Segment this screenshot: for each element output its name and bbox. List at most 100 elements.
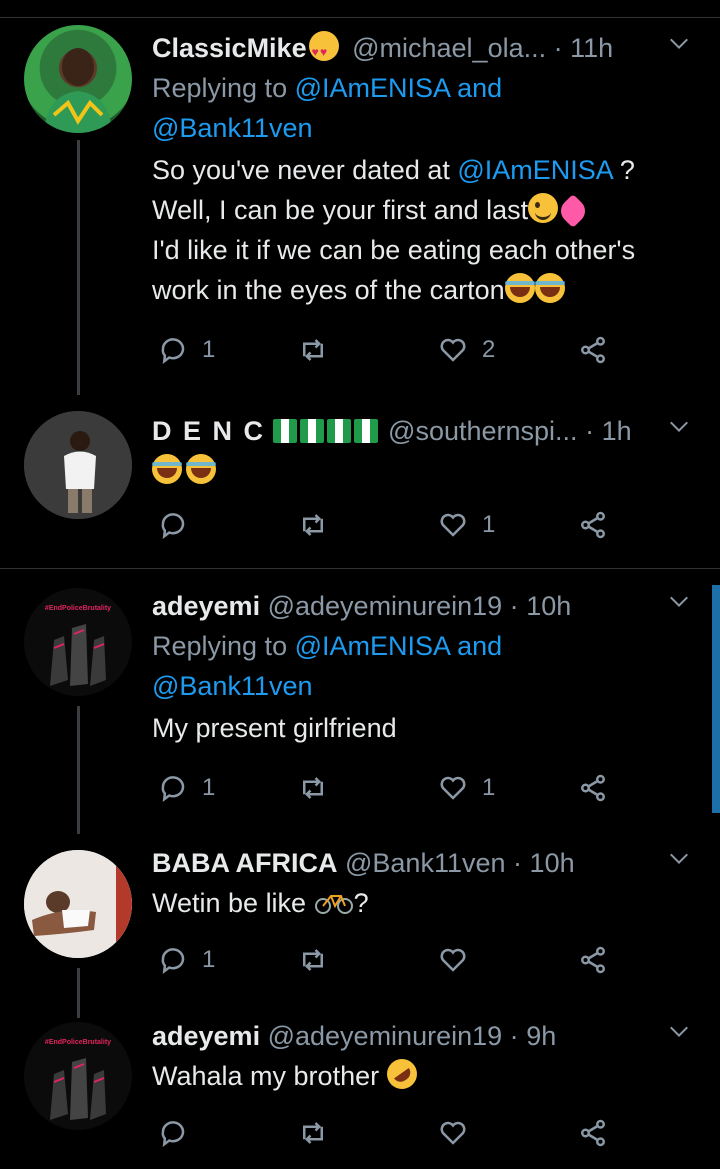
reply-icon [161, 1121, 185, 1147]
laughing-emoji-icon [186, 454, 216, 484]
laughing-emoji-icon [504, 273, 535, 303]
retweet-button[interactable] [298, 940, 342, 980]
avatar[interactable]: #EndPoliceBrutality [24, 1022, 132, 1130]
reply-icon [161, 948, 185, 974]
thread-line [77, 140, 80, 395]
tweet-actions [152, 1113, 632, 1153]
reply-button[interactable] [158, 1113, 202, 1153]
reply-button[interactable]: 1 [158, 940, 215, 980]
avatar[interactable] [24, 411, 132, 519]
chevron-down-icon[interactable] [668, 415, 690, 437]
heart-icon [440, 338, 466, 362]
nigeria-flag-icon [272, 419, 297, 443]
tweet-header: ClassicMike @michael_ola... · 11h [152, 30, 700, 70]
bicycle-emoji-icon [314, 886, 354, 916]
timestamp[interactable]: 9h [526, 1021, 556, 1051]
reply-button[interactable] [158, 505, 202, 545]
heart-icon [440, 1121, 466, 1145]
display-name[interactable]: BABA AFRICA [152, 848, 337, 878]
mention-link[interactable]: @Bank11ven [152, 113, 313, 143]
display-name[interactable]: adeyemi [152, 1021, 260, 1051]
retweet-icon [303, 949, 323, 971]
chevron-down-icon[interactable] [668, 847, 690, 869]
timestamp[interactable]: 11h [570, 33, 613, 63]
heart-icon [440, 776, 466, 800]
like-button[interactable] [438, 1113, 482, 1153]
laughing-emoji-icon [152, 454, 182, 484]
reply-icon [161, 338, 185, 364]
retweet-icon [303, 1122, 323, 1144]
tweet-text: Wahala my brother [152, 1053, 700, 1096]
tweet-actions: 1 [152, 505, 632, 545]
share-button[interactable] [578, 768, 608, 808]
share-icon [581, 946, 605, 974]
reply-icon [161, 513, 185, 539]
like-button[interactable]: 1 [438, 505, 495, 545]
user-handle[interactable]: @adeyeminurein19 [268, 1021, 503, 1051]
share-icon [581, 774, 605, 802]
share-button[interactable] [578, 330, 608, 370]
top-divider [0, 17, 720, 18]
svg-text:#EndPoliceBrutality: #EndPoliceBrutality [45, 1039, 111, 1046]
reply-button[interactable]: 1 [158, 330, 215, 370]
replying-to: Replying to @IAmENISA and @Bank11ven [152, 631, 503, 701]
retweet-button[interactable] [298, 1113, 342, 1153]
mention-link[interactable]: @IAmENISA [295, 631, 450, 661]
thread-divider [0, 568, 720, 569]
retweet-icon [303, 514, 323, 536]
heart-icon [440, 948, 466, 972]
mention-link[interactable]: @Bank11ven [152, 671, 313, 701]
tweet-text: Wetin be like ? [152, 886, 369, 918]
tweet-header: D E N C @southernspi... · 1h [152, 413, 700, 449]
mention-link[interactable]: @IAmENISA [457, 155, 612, 185]
share-button[interactable] [578, 505, 608, 545]
retweet-icon [303, 339, 323, 361]
tweet-actions: 1 1 [152, 768, 632, 808]
retweet-icon [303, 777, 323, 799]
tweet-actions: 1 [152, 940, 632, 980]
user-handle[interactable]: @southernspi... [388, 416, 578, 446]
chevron-down-icon[interactable] [668, 1020, 690, 1042]
timestamp[interactable]: 10h [530, 848, 575, 878]
display-name[interactable]: D E N C [152, 416, 265, 446]
like-button[interactable]: 2 [438, 330, 495, 370]
replying-to: Replying to @IAmENISA and @Bank11ven [152, 73, 503, 143]
display-name[interactable]: adeyemi [152, 591, 260, 621]
thread-line [77, 706, 80, 834]
tweet-text: So you've never dated at @IAmENISA ? Wel… [152, 155, 636, 305]
svg-text:#EndPoliceBrutality: #EndPoliceBrutality [45, 605, 111, 612]
like-button[interactable]: 1 [438, 768, 495, 808]
laughing-emoji-icon [534, 273, 565, 303]
reply-button[interactable]: 1 [158, 768, 215, 808]
share-icon [581, 1119, 605, 1147]
scrollbar[interactable] [712, 585, 720, 813]
sparkling-heart-emoji-icon [556, 194, 591, 228]
heart-eyes-emoji-icon [308, 31, 339, 70]
share-button[interactable] [578, 1113, 608, 1153]
heart-icon [440, 513, 466, 537]
nigeria-flags [272, 416, 381, 446]
tweet-text: My present girlfriend [152, 713, 397, 743]
mention-link[interactable]: @IAmENISA [295, 73, 450, 103]
like-button[interactable] [438, 940, 482, 980]
avatar[interactable] [24, 25, 132, 133]
retweet-button[interactable] [298, 330, 342, 370]
user-handle[interactable]: @Bank11ven [345, 848, 506, 878]
avatar[interactable]: #EndPoliceBrutality [24, 588, 132, 696]
chevron-down-icon[interactable] [668, 32, 690, 54]
chevron-down-icon[interactable] [668, 590, 690, 612]
timestamp[interactable]: 1h [602, 416, 632, 446]
share-icon [581, 336, 605, 364]
user-handle[interactable]: @michael_ola... [352, 33, 546, 63]
retweet-button[interactable] [298, 505, 342, 545]
user-handle[interactable]: @adeyeminurein19 [268, 591, 503, 621]
avatar[interactable] [24, 850, 132, 958]
retweet-button[interactable] [298, 768, 342, 808]
share-button[interactable] [578, 940, 608, 980]
tweet-actions: 1 2 [152, 330, 632, 370]
display-name[interactable]: ClassicMike [152, 33, 307, 63]
rofl-emoji-icon [380, 1053, 423, 1095]
timestamp[interactable]: 10h [526, 591, 571, 621]
tweet-text [152, 451, 700, 491]
tweet-header: BABA AFRICA @Bank11ven · 10h [152, 845, 700, 881]
